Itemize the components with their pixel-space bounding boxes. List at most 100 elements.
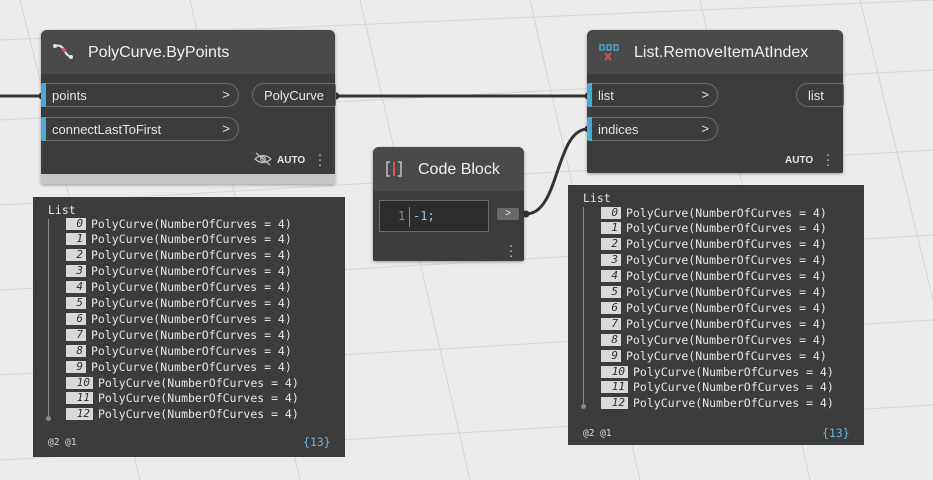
node-header[interactable]: PolyCurve.ByPoints: [41, 30, 335, 74]
tree-dot: [46, 416, 51, 421]
code-block-icon: [386, 161, 402, 177]
list-item-value: PolyCurve(NumberOfCurves = 4): [626, 348, 827, 363]
list-item-value: PolyCurve(NumberOfCurves = 4): [98, 375, 299, 390]
preview-bubble-left[interactable]: List 0 PolyCurve(NumberOfCurves = 4) 1 Poly…: [33, 197, 345, 457]
code-block-node[interactable]: Code Block 1 -1; > · · ·: [373, 147, 524, 263]
list-item: 12 PolyCurve(NumberOfCurves = 4): [601, 396, 834, 412]
node-menu-icon[interactable]: · · ·: [317, 147, 323, 172]
list-item-value: PolyCurve(NumberOfCurves = 4): [633, 396, 834, 411]
node-menu-icon[interactable]: · · ·: [825, 147, 831, 172]
input-port-indices[interactable]: indices >: [587, 117, 718, 141]
list-item: 3 PolyCurve(NumberOfCurves = 4): [66, 264, 292, 280]
list-item-index: 10: [601, 365, 628, 378]
list-item: 0 PolyCurve(NumberOfCurves = 4): [601, 205, 827, 221]
polycurve-icon: [53, 44, 73, 59]
node-title: List.RemoveItemAtIndex: [634, 44, 809, 61]
tree-line: [583, 207, 584, 405]
list-item: 10 PolyCurve(NumberOfCurves = 4): [66, 375, 299, 391]
list-item-index: 7: [66, 328, 86, 341]
list-item-index: 3: [601, 254, 621, 267]
list-item-index: 11: [66, 392, 93, 405]
input-port-list[interactable]: list >: [587, 83, 718, 107]
list-item-index: 8: [66, 344, 86, 357]
chevron-right-icon: >: [222, 121, 230, 136]
input-port-points[interactable]: points >: [41, 83, 239, 107]
list-item-value: PolyCurve(NumberOfCurves = 4): [91, 216, 292, 231]
list-item-value: PolyCurve(NumberOfCurves = 4): [626, 285, 827, 299]
line-number: 1: [398, 209, 406, 223]
tree-line: [48, 219, 49, 417]
list-item-value: PolyCurve(NumberOfCurves = 4): [626, 253, 827, 268]
list-item: 6 PolyCurve(NumberOfCurves = 4): [66, 311, 292, 327]
port-label: connectLastToFirst: [52, 122, 162, 137]
list-item-value: PolyCurve(NumberOfCurves = 4): [626, 269, 827, 284]
list-item-index: 10: [66, 376, 93, 389]
list-item-index: 9: [601, 349, 621, 362]
list-item-index: 5: [601, 286, 621, 298]
port-label: list: [808, 88, 824, 103]
port-label: points: [52, 88, 87, 103]
list-item: 5 PolyCurve(NumberOfCurves = 4): [601, 285, 827, 301]
node-menu-icon[interactable]: · · ·: [508, 238, 514, 263]
port-label: list: [598, 88, 614, 103]
polycurve-bypoints-node[interactable]: PolyCurve.ByPoints points > connectLastT…: [41, 30, 336, 184]
list-remove-item-at-index-node[interactable]: List.RemoveItemAtIndex list > indices > …: [587, 30, 844, 173]
list-item-index: 6: [66, 312, 86, 325]
list-item-value: PolyCurve(NumberOfCurves = 4): [91, 264, 292, 279]
list-item: 2 PolyCurve(NumberOfCurves = 4): [601, 237, 827, 253]
list-item-value: PolyCurve(NumberOfCurves = 4): [98, 407, 299, 422]
list-item: 11 PolyCurve(NumberOfCurves = 4): [66, 391, 299, 407]
list-item: 10 PolyCurve(NumberOfCurves = 4): [601, 364, 834, 380]
list-item-value: PolyCurve(NumberOfCurves = 4): [91, 343, 292, 358]
eye-hidden-icon[interactable]: [254, 152, 272, 166]
output-port-list[interactable]: list: [796, 83, 844, 107]
node-header[interactable]: Code Block: [373, 147, 524, 191]
list-item: 0 PolyCurve(NumberOfCurves = 4): [66, 216, 292, 232]
list-item-index: 2: [601, 238, 621, 251]
list-item-index: 1: [66, 233, 86, 246]
node-header[interactable]: List.RemoveItemAtIndex: [587, 30, 843, 74]
list-item-value: PolyCurve(NumberOfCurves = 4): [91, 327, 292, 342]
code-text: -1;: [413, 209, 435, 223]
list-count: {13}: [303, 435, 331, 449]
lacing-auto-label[interactable]: AUTO: [785, 155, 813, 166]
preview-bubble-right[interactable]: List 0 PolyCurve(NumberOfCurves = 4) 1 Poly…: [568, 185, 864, 445]
list-item-value: PolyCurve(NumberOfCurves = 4): [626, 316, 827, 331]
list-item-value: PolyCurve(NumberOfCurves = 4): [91, 232, 292, 247]
list-item-value: PolyCurve(NumberOfCurves = 4): [91, 248, 292, 263]
list-item: 8 PolyCurve(NumberOfCurves = 4): [601, 332, 827, 348]
list-item-value: PolyCurve(NumberOfCurves = 4): [633, 380, 834, 395]
list-item: 9 PolyCurve(NumberOfCurves = 4): [601, 348, 827, 364]
chevron-right-icon: >: [222, 87, 230, 102]
code-editor[interactable]: 1 -1;: [379, 200, 489, 232]
list-item-value: PolyCurve(NumberOfCurves = 4): [633, 364, 834, 379]
list-item-value: PolyCurve(NumberOfCurves = 4): [626, 221, 827, 236]
output-port-code[interactable]: >: [497, 208, 519, 220]
list-item-value: PolyCurve(NumberOfCurves = 4): [98, 391, 299, 406]
list-item-value: PolyCurve(NumberOfCurves = 4): [626, 237, 827, 252]
list-item-index: 12: [601, 397, 628, 410]
list-title: List: [48, 203, 76, 217]
chevron-right-icon: >: [505, 208, 511, 219]
list-item: 9 PolyCurve(NumberOfCurves = 4): [66, 359, 292, 375]
list-item-value: PolyCurve(NumberOfCurves = 4): [626, 332, 827, 347]
list-item: 5 PolyCurve(NumberOfCurves = 4): [66, 296, 292, 312]
list-item: 2 PolyCurve(NumberOfCurves = 4): [66, 248, 292, 264]
list-item-value: PolyCurve(NumberOfCurves = 4): [626, 205, 827, 220]
output-port-polycurve[interactable]: PolyCurve: [252, 83, 336, 107]
list-item: 11 PolyCurve(NumberOfCurves = 4): [601, 380, 834, 396]
chevron-right-icon: >: [701, 121, 709, 136]
list-item-index: 12: [66, 408, 93, 421]
list-item-index: 7: [601, 317, 621, 330]
list-item-value: PolyCurve(NumberOfCurves = 4): [91, 280, 292, 295]
node-footer-bar: [41, 174, 335, 184]
list-item-index: 0: [66, 217, 86, 230]
lacing-auto-label[interactable]: AUTO: [277, 155, 305, 166]
input-port-connect-last-to-first[interactable]: connectLastToFirst >: [41, 117, 239, 141]
port-accent: [587, 117, 592, 141]
list-item-index: 4: [601, 270, 621, 283]
list-item-value: PolyCurve(NumberOfCurves = 4): [626, 300, 827, 315]
port-accent: [41, 117, 46, 141]
list-item: 6 PolyCurve(NumberOfCurves = 4): [601, 300, 827, 316]
line-gutter: [409, 207, 410, 227]
